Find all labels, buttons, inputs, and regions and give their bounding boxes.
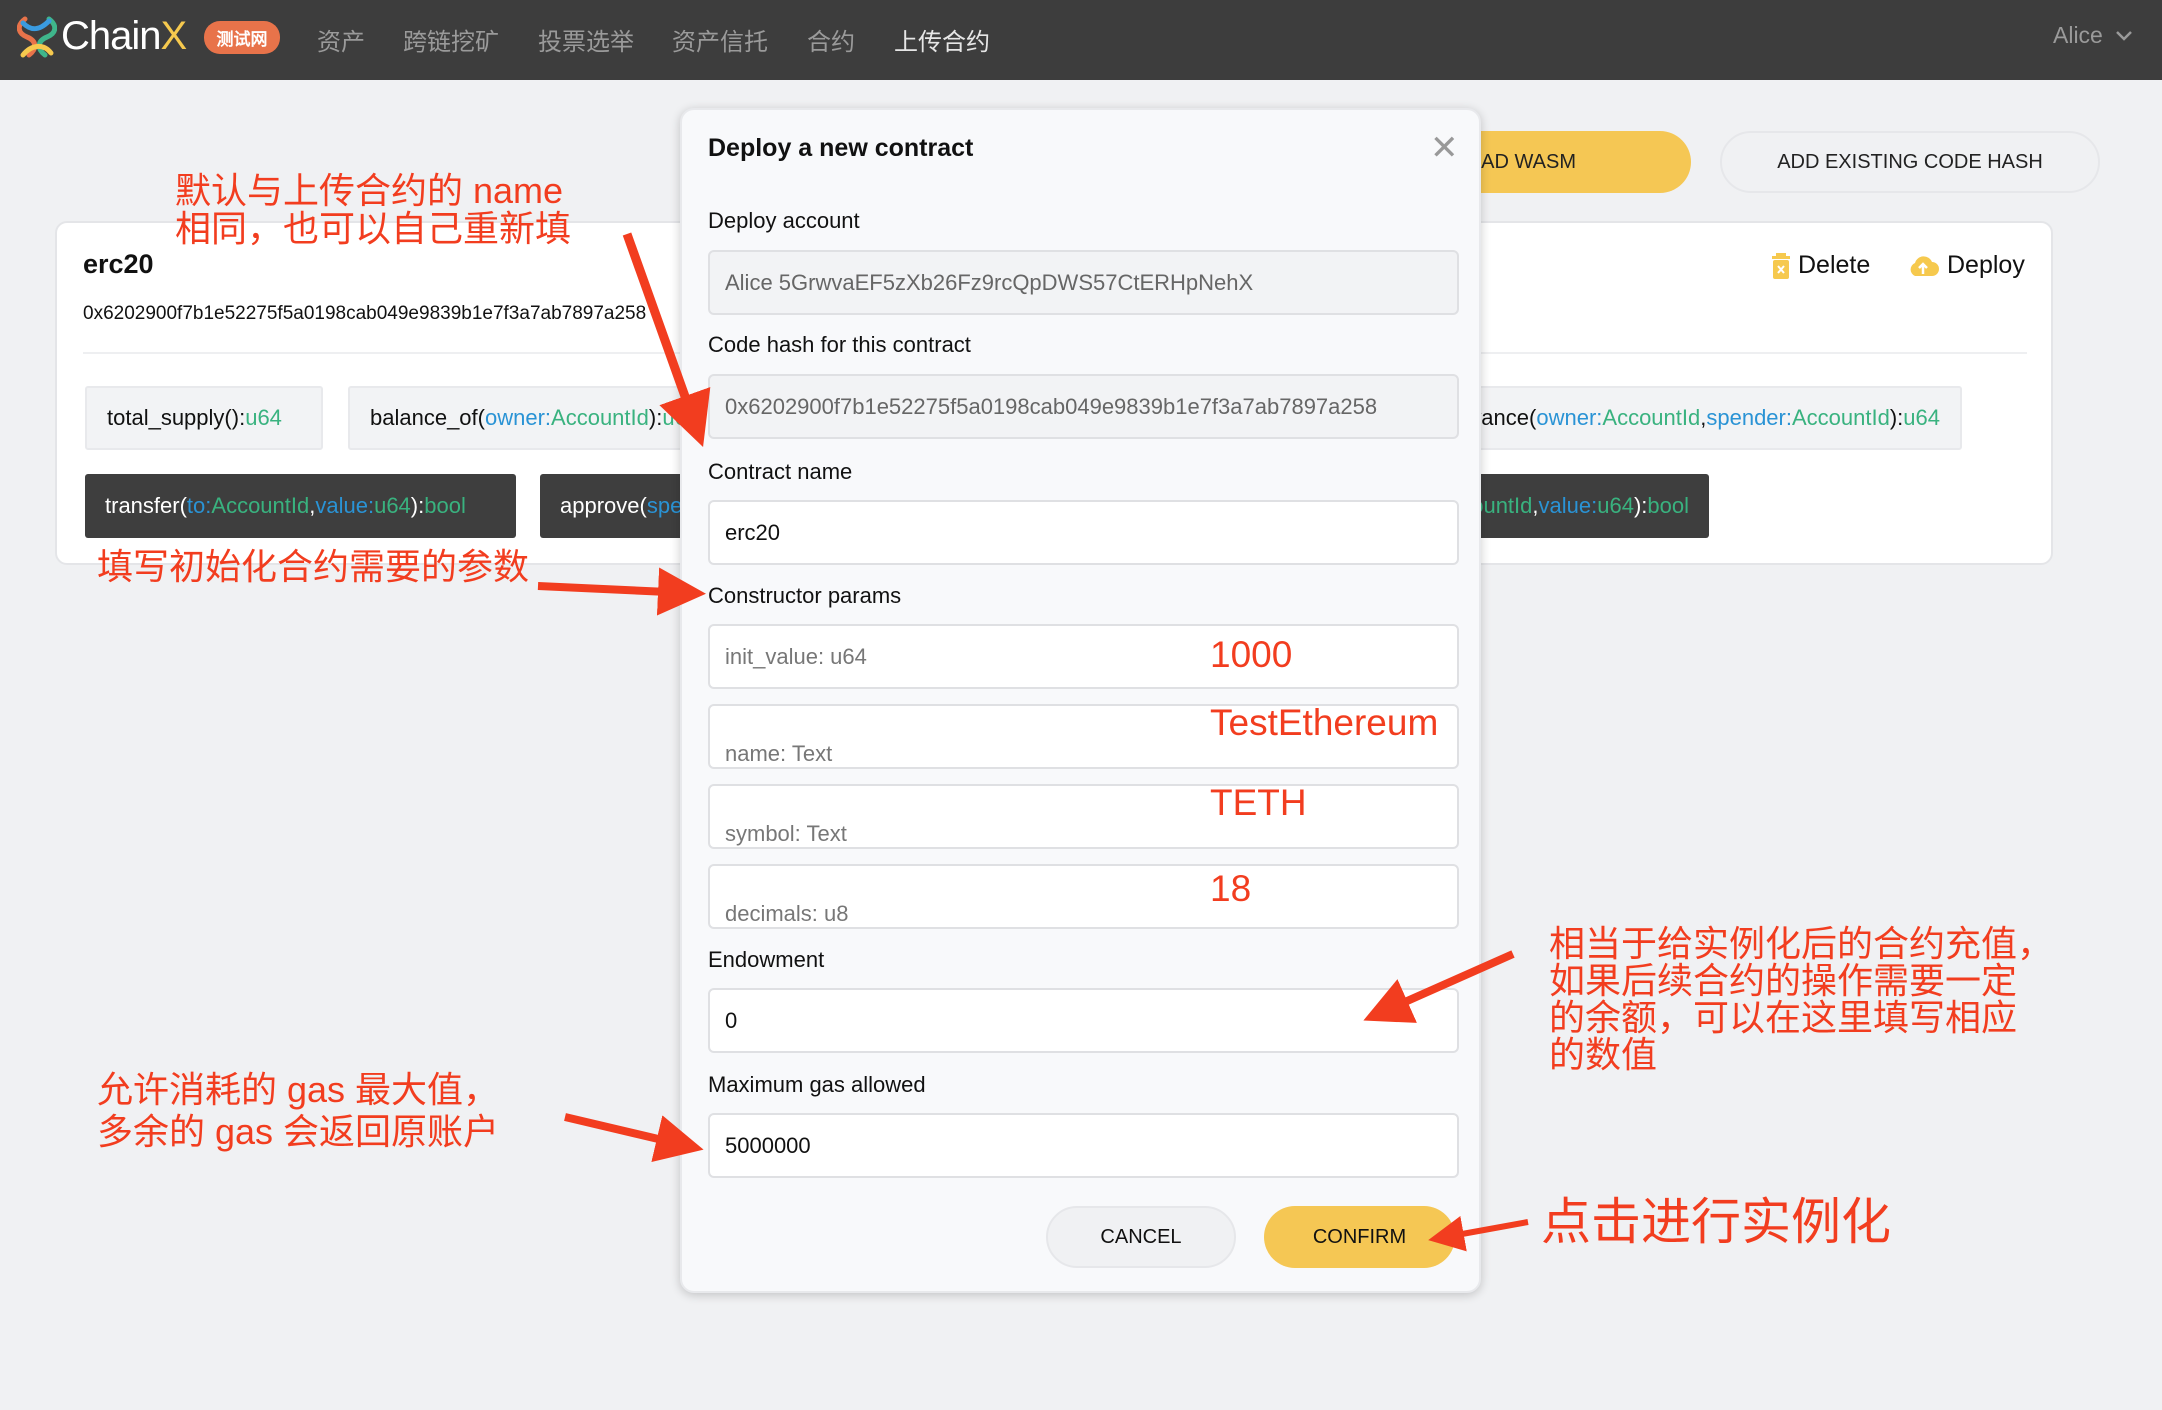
annotated-value: 18 (1210, 868, 1252, 909)
account-name: Alice (2053, 22, 2103, 48)
annotated-value: TestEthereum (1210, 702, 1439, 743)
method-total-supply[interactable]: total_supply(): u64 (85, 386, 323, 450)
nav-assets[interactable]: 资产 (317, 22, 365, 57)
annotation-constructor-params: 填写初始化合约需要的参数 (97, 546, 530, 587)
deploy-button[interactable]: Deploy (1907, 251, 2025, 280)
nav-contracts[interactable]: 合约 (807, 22, 855, 57)
nav-upload-contract[interactable]: 上传合约 (894, 22, 990, 57)
max-gas-label: Maximum gas allowed (708, 1072, 926, 1097)
param-symbol-input[interactable]: symbol: Text (708, 784, 1459, 849)
annotated-value: 1000 (1210, 634, 1293, 675)
param-decimals-input[interactable]: decimals: u8 (708, 864, 1459, 929)
deploy-account-field[interactable]: Alice 5GrwvaEF5zXb26Fz9rcQpDWS57CtERHpNe… (708, 250, 1459, 315)
nav-asset-trust[interactable]: 资产信托 (672, 22, 768, 57)
cloud-upload-icon (1910, 255, 1939, 276)
deploy-account-label: Deploy account (708, 208, 860, 233)
contract-code-hash: 0x6202900f7b1e52275f5a0198cab049e9839b1e… (83, 303, 647, 324)
modal-title: Deploy a new contract (708, 134, 974, 162)
method-transfer[interactable]: transfer(to: AccountId, value: u64): boo… (85, 474, 516, 538)
chainx-logo[interactable]: ChainX (17, 14, 188, 59)
delete-button[interactable]: Delete (1772, 251, 1870, 280)
testnet-badge: 测试网 (204, 21, 280, 54)
logo-text-accent: X (160, 14, 188, 58)
add-existing-code-hash-button[interactable]: ADD EXISTING CODE HASH (1720, 131, 2100, 193)
max-gas-input[interactable]: 5000000 (708, 1113, 1459, 1178)
chainx-logo-icon (17, 16, 57, 57)
endowment-label: Endowment (708, 947, 825, 972)
close-icon[interactable]: ✕ (1430, 128, 1459, 168)
chevron-down-icon (2115, 30, 2132, 41)
endowment-input[interactable]: 0 (708, 988, 1459, 1053)
code-hash-field[interactable]: 0x6202900f7b1e52275f5a0198cab049e9839b1e… (708, 374, 1459, 439)
deploy-contract-modal: Deploy a new contract ✕ Deploy account A… (680, 108, 1481, 1293)
top-header: ChainX 测试网 资产 跨链挖矿 投票选举 资产信托 合约 上传合约 Ali… (0, 0, 2162, 80)
account-dropdown[interactable]: Alice (2053, 22, 2133, 49)
arrow-to-max-gas (564, 1113, 704, 1163)
arrow-to-constructor-params (537, 567, 706, 616)
code-hash-label: Code hash for this contract (708, 332, 971, 357)
annotation-max-gas: 允许消耗的 gas 最大值， 多余的 gas 会返回原账户 (97, 1069, 500, 1152)
annotated-value: TETH (1210, 782, 1307, 823)
constructor-params-label: Constructor params (708, 583, 902, 608)
logo-text: Chain (61, 14, 162, 58)
contract-title: erc20 (83, 249, 154, 279)
annotation-endowment: 相当于给实例化后的合约充值， 如果后续合约的操作需要一定 的余额，可以在这里填写… (1549, 923, 2054, 1075)
annotation-contract-name: 默认与上传合约的 name 相同，也可以自己重新填 (175, 170, 572, 249)
contract-name-input[interactable]: erc20 (708, 500, 1459, 565)
annotation-confirm: 点击进行实例化 (1541, 1194, 1891, 1250)
param-init-value-input[interactable]: init_value: u64 (708, 624, 1459, 689)
nav-voting[interactable]: 投票选举 (538, 22, 634, 57)
nav-cross-chain-mining[interactable]: 跨链挖矿 (403, 22, 499, 57)
cancel-button[interactable]: CANCEL (1046, 1206, 1236, 1268)
delete-label: Delete (1798, 251, 1871, 279)
deploy-label: Deploy (1947, 251, 2025, 279)
confirm-button[interactable]: CONFIRM (1264, 1206, 1455, 1268)
contract-name-label: Contract name (708, 459, 853, 484)
trash-icon (1772, 252, 1790, 279)
